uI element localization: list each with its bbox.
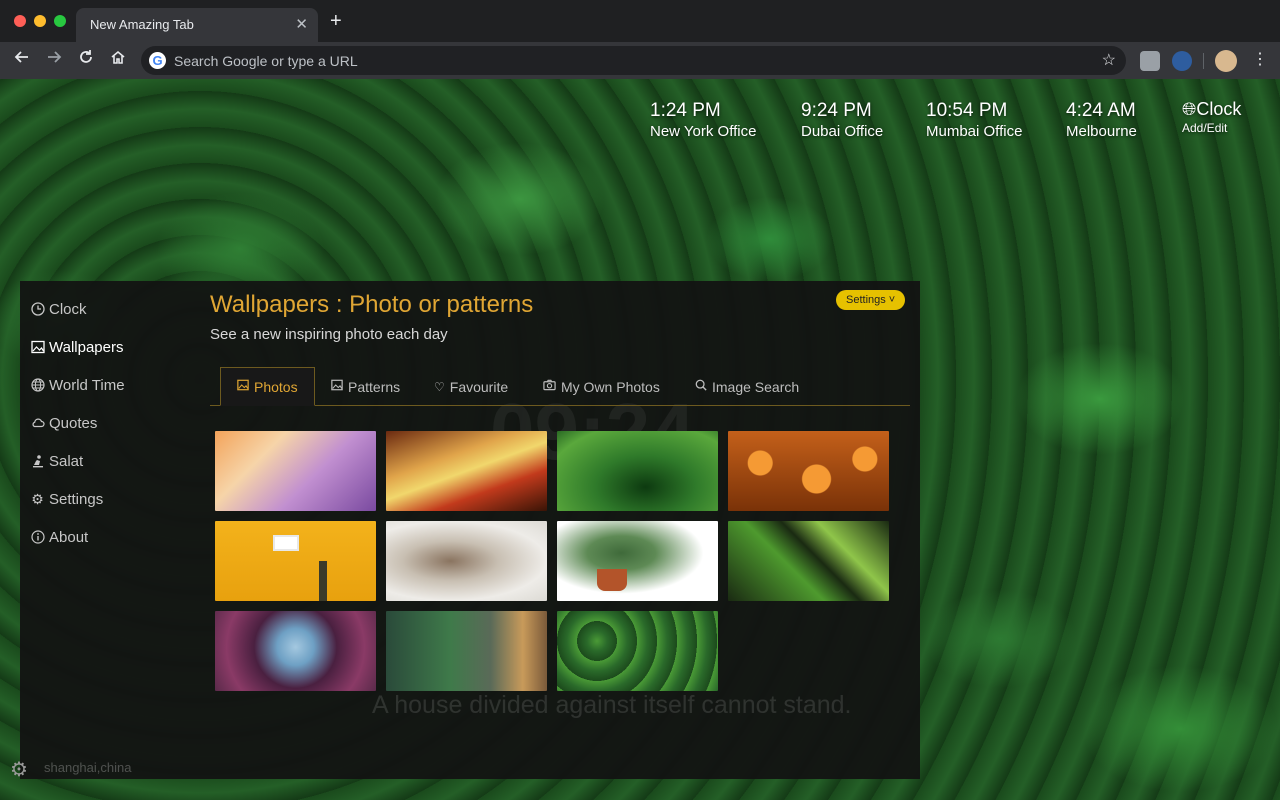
tab-label: Favourite	[449, 378, 509, 395]
world-clock-dubai[interactable]: 9:24 PM Dubai Office	[801, 100, 883, 141]
clock-widget-title: Clock	[1196, 99, 1242, 119]
tab-my-own-photos[interactable]: My Own Photos	[527, 367, 676, 406]
extension-globe-icon[interactable]	[1172, 51, 1192, 71]
page-title: Wallpapers : Photo or patterns	[210, 291, 534, 318]
address-placeholder: Search Google or type a URL	[174, 53, 358, 69]
clock-add-edit-widget[interactable]: 🌐︎Clock Add/Edit	[1182, 99, 1241, 135]
browser-toolbar: G Search Google or type a URL ☆ ⋮	[0, 42, 1280, 79]
sidebar-item-label: About	[49, 528, 89, 546]
sidebar-item-label: Quotes	[49, 414, 98, 432]
window-close-button[interactable]	[14, 15, 26, 27]
wallpaper-thumbnail-rangoli[interactable]	[386, 431, 547, 511]
wallpaper-thumbnail-green-foliage[interactable]	[557, 611, 718, 691]
clock-city: Mumbai Office	[926, 123, 1023, 140]
sidebar-item-settings[interactable]: ⚙︎ Settings	[30, 487, 103, 511]
page-subtitle: See a new inspiring photo each day	[210, 326, 448, 343]
window-minimize-button[interactable]	[34, 15, 46, 27]
tab-favourite[interactable]: ♡ Favourite	[418, 367, 524, 406]
clock-icon	[30, 301, 45, 317]
clock-city: Melbourne	[1066, 123, 1137, 140]
toolbar-divider	[1203, 53, 1204, 69]
clock-time: 4:24 AM	[1066, 100, 1136, 121]
wallpaper-thumbnail-pumpkins[interactable]	[728, 431, 889, 511]
cloud-icon	[30, 416, 45, 431]
wallpaper-thumbnail-indoor-plants[interactable]	[386, 611, 547, 691]
location-label[interactable]: shanghai,china	[44, 760, 131, 775]
sidebar-item-label: World Time	[49, 376, 125, 394]
clock-city: Dubai Office	[801, 123, 884, 140]
tab-image-search[interactable]: Image Search	[679, 367, 815, 406]
tab-label: Patterns	[348, 378, 401, 395]
background-quote: A house divided against itself cannot st…	[372, 691, 852, 719]
clock-time: 1:24 PM	[650, 100, 721, 121]
world-clock-new-york[interactable]: 1:24 PM New York Office	[650, 100, 756, 141]
gear-icon[interactable]: ⚙︎	[10, 757, 28, 782]
sidebar-item-wallpapers[interactable]: Wallpapers	[30, 335, 123, 359]
sidebar-item-label: Wallpapers	[49, 338, 124, 356]
settings-panel: 09:24 A house divided against itself can…	[20, 281, 920, 779]
arrow-left-icon[interactable]	[11, 49, 33, 71]
heart-icon: ♡	[434, 379, 445, 394]
avatar[interactable]	[1215, 50, 1237, 72]
address-bar[interactable]: G Search Google or type a URL ☆	[141, 46, 1126, 75]
wallpaper-thumbnail-spider-plant[interactable]	[728, 521, 889, 601]
wallpaper-thumbnail-lowpoly[interactable]	[215, 431, 376, 511]
arrow-right-icon[interactable]	[43, 49, 65, 71]
wallpaper-thumbnail-yellow-wall[interactable]	[215, 521, 376, 601]
sidebar-item-label: Clock	[49, 300, 87, 318]
kebab-menu-icon[interactable]: ⋮	[1252, 49, 1268, 69]
image-icon	[30, 340, 45, 355]
wallpaper-thumbnail-succulent[interactable]	[215, 611, 376, 691]
tab-label: Photos	[254, 378, 298, 395]
tab-label: My Own Photos	[561, 378, 660, 395]
world-clock-melbourne[interactable]: 4:24 AM Melbourne	[1066, 100, 1137, 141]
image-icon	[237, 379, 249, 394]
close-icon[interactable]: ✕	[295, 15, 308, 33]
reload-icon[interactable]	[75, 49, 97, 71]
search-icon	[695, 379, 707, 394]
gear-icon: ⚙︎	[31, 490, 44, 507]
sidebar-item-label: Salat	[49, 452, 84, 470]
browser-tab-bar: New Amazing Tab ✕ +	[0, 0, 1280, 42]
star-icon[interactable]: ☆	[1102, 50, 1116, 70]
wallpaper-thumbnail-cat[interactable]	[386, 521, 547, 601]
clock-time: 10:54 PM	[926, 100, 1008, 121]
clock-add-edit-link[interactable]: Add/Edit	[1182, 121, 1241, 135]
tab-photos[interactable]: Photos	[220, 367, 315, 406]
home-icon[interactable]	[107, 49, 129, 71]
settings-dropdown-button[interactable]: Settings ˅	[836, 290, 906, 310]
world-clock-mumbai[interactable]: 10:54 PM Mumbai Office	[926, 100, 1022, 141]
extension-pin-icon[interactable]	[1140, 51, 1160, 71]
window-maximize-button[interactable]	[54, 15, 66, 27]
tab-patterns[interactable]: Patterns	[315, 367, 416, 406]
info-icon	[30, 529, 45, 545]
sidebar-item-about[interactable]: About	[30, 525, 88, 549]
sidebar-item-quotes[interactable]: Quotes	[30, 411, 97, 435]
sidebar-item-salat[interactable]: Salat	[30, 449, 83, 473]
clock-city: New York Office	[650, 123, 757, 140]
sidebar-item-clock[interactable]: Clock	[30, 297, 87, 321]
prayer-icon	[30, 454, 45, 469]
clock-time: 9:24 PM	[801, 100, 872, 121]
globe-icon: 🌐︎	[1182, 99, 1197, 119]
wallpaper-tabs: Photos Patterns ♡ Favourite My Own Photo…	[210, 367, 910, 406]
camera-icon	[543, 379, 556, 394]
sidebar-item-world-time[interactable]: World Time	[30, 373, 125, 397]
new-tab-button[interactable]: +	[330, 11, 342, 31]
globe-icon	[30, 377, 45, 393]
sidebar-item-label: Settings	[49, 490, 104, 508]
image-icon	[331, 379, 343, 394]
tab-title: New Amazing Tab	[90, 17, 194, 32]
google-logo-icon: G	[149, 52, 166, 69]
wallpaper-thumbnail-agave[interactable]	[557, 431, 718, 511]
browser-tab[interactable]: New Amazing Tab ✕	[76, 8, 318, 42]
tab-label: Image Search	[712, 378, 800, 395]
wallpaper-thumbnail-potted-plant[interactable]	[557, 521, 718, 601]
